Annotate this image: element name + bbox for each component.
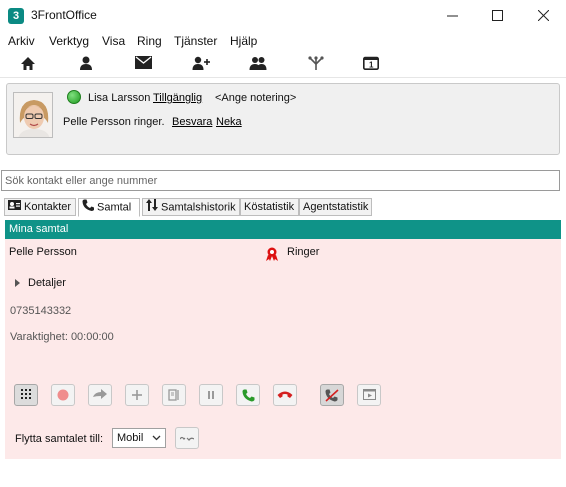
answer-link[interactable]: Besvara: [172, 116, 212, 128]
hangup-button[interactable]: [273, 384, 297, 406]
menu-bar: Arkiv Verktyg Visa Ring Tjänster Hjälp: [0, 31, 566, 51]
avatar-photo: [14, 93, 52, 137]
menu-arkiv[interactable]: Arkiv: [8, 34, 35, 48]
home-button[interactable]: [18, 56, 38, 74]
close-button[interactable]: [520, 0, 566, 31]
menu-visa[interactable]: Visa: [102, 34, 125, 48]
keypad-button[interactable]: [14, 384, 38, 406]
record-icon: [57, 389, 69, 401]
hangup-icon: [277, 391, 293, 398]
move-target-select[interactable]: Mobil: [112, 428, 166, 448]
call-panel: Pelle Persson Ringer Detaljer 0735143332…: [5, 239, 561, 459]
window-title: 3FrontOffice: [31, 8, 97, 22]
details-toggle[interactable]: Detaljer: [15, 277, 66, 289]
user-status-link[interactable]: Tillgänglig: [153, 92, 202, 104]
call-duration: Varaktighet: 00:00:00: [10, 331, 114, 343]
mute-icon: [325, 389, 339, 402]
tab-kontakter[interactable]: Kontakter: [4, 198, 76, 216]
app-logo-icon: 3: [8, 8, 24, 24]
person-button[interactable]: [76, 56, 96, 74]
status-indicator-icon: [67, 90, 81, 104]
network-icon: [308, 56, 324, 70]
home-icon: [21, 57, 35, 70]
user-note[interactable]: <Ange notering>: [215, 92, 296, 104]
hold-button[interactable]: [199, 384, 223, 406]
tab-label: Agentstatistik: [303, 201, 369, 213]
tab-label: Samtalshistorik: [161, 201, 236, 214]
tab-label: Samtal: [97, 201, 132, 214]
tab-kostatistik[interactable]: Köstatistik: [240, 198, 299, 216]
avatar[interactable]: [13, 92, 53, 138]
add-icon: [132, 390, 142, 400]
move-call-label: Flytta samtalet till:: [15, 433, 104, 445]
keypad-icon: [21, 389, 31, 399]
add-person-button[interactable]: [191, 56, 211, 74]
record-button[interactable]: [51, 384, 75, 406]
tab-samtalshistorik[interactable]: Samtalshistorik: [142, 198, 240, 216]
person-icon: [80, 56, 92, 70]
incoming-call-text: Pelle Persson ringer.: [63, 116, 165, 128]
popout-window-button[interactable]: [357, 384, 381, 406]
tab-label: Köstatistik: [244, 201, 295, 213]
minimize-icon: [447, 15, 458, 17]
history-arrows-icon: [146, 199, 158, 216]
add-call-button[interactable]: [125, 384, 149, 406]
user-card: Lisa Larsson Tillgänglig <Ange notering>…: [6, 83, 560, 155]
menu-ring[interactable]: Ring: [137, 34, 162, 48]
title-bar: 3 3FrontOffice: [0, 0, 566, 31]
menu-hjalp[interactable]: Hjälp: [230, 34, 257, 48]
calendar-button[interactable]: 1: [361, 56, 381, 74]
minimize-button[interactable]: [429, 0, 475, 31]
mute-button[interactable]: [320, 384, 344, 406]
toolbar: 1: [0, 52, 566, 78]
mail-icon: [134, 56, 152, 69]
details-label: Detaljer: [28, 277, 66, 289]
svg-text:1: 1: [369, 61, 374, 70]
move-call-button[interactable]: [175, 427, 199, 449]
call-state: Ringer: [287, 246, 320, 258]
move-target-value: Mobil: [117, 432, 144, 444]
move-call-icon: [180, 436, 194, 441]
tab-label: Kontakter: [24, 201, 72, 213]
close-icon: [538, 10, 549, 21]
group-icon: [249, 57, 267, 70]
maximize-icon: [492, 10, 503, 21]
hold-icon: [208, 391, 214, 399]
transfer-icon: [93, 389, 107, 399]
calendar-icon: 1: [363, 56, 379, 70]
consult-icon: [168, 389, 179, 401]
ringing-icon: [264, 247, 280, 264]
contact-card-icon: [8, 199, 21, 215]
network-button[interactable]: [306, 56, 326, 74]
calls-header: Mina samtal: [5, 220, 561, 239]
caller-number: 0735143332: [10, 305, 72, 317]
consult-button[interactable]: [162, 384, 186, 406]
search-input[interactable]: [1, 170, 560, 191]
maximize-button[interactable]: [474, 0, 520, 31]
tab-samtal[interactable]: Samtal: [78, 198, 140, 217]
phone-icon: [82, 199, 94, 216]
add-person-icon: [192, 56, 210, 70]
tab-agentstatistik[interactable]: Agentstatistik: [299, 198, 372, 216]
window-icon: [362, 389, 376, 400]
mail-button[interactable]: [133, 56, 153, 74]
user-name: Lisa Larsson: [88, 92, 151, 104]
menu-tjanster[interactable]: Tjänster: [174, 34, 217, 48]
answer-icon: [242, 389, 254, 402]
transfer-button[interactable]: [88, 384, 112, 406]
group-button[interactable]: [248, 56, 268, 74]
caller-name: Pelle Persson: [9, 246, 77, 258]
expand-triangle-icon: [15, 279, 20, 288]
decline-link[interactable]: Neka: [216, 116, 242, 128]
chevron-down-icon: [152, 435, 161, 441]
menu-verktyg[interactable]: Verktyg: [49, 34, 89, 48]
answer-button[interactable]: [236, 384, 260, 406]
